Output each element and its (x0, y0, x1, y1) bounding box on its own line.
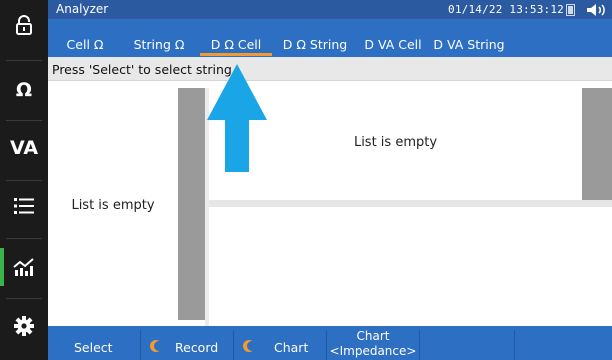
string-list-pane[interactable]: List is empty (48, 86, 178, 326)
cell-list-scrollbar[interactable] (582, 88, 612, 200)
empty-softkey-5[interactable] (420, 326, 514, 360)
chart-mode-label: Chart <Impedance> (329, 329, 417, 358)
detail-divider (209, 200, 612, 207)
app-title: Analyzer (56, 2, 109, 16)
storage-icon (566, 4, 575, 16)
clock: 01/14/22 13:53:12 (448, 3, 564, 16)
tab-delta-va-string[interactable]: D VA String (429, 36, 509, 57)
analyzer-button[interactable] (0, 248, 48, 286)
tab-delta-va-cell[interactable]: D VA Cell (359, 36, 427, 57)
tab-bar: Cell Ω String Ω D Ω Cell D Ω String D VA… (48, 19, 612, 57)
speaker-icon (587, 4, 605, 16)
lock-button[interactable] (0, 8, 48, 42)
softkey-bar: Select Record Chart Chart <Impedance> (48, 326, 612, 360)
chart-mode-softkey[interactable]: Chart <Impedance> (327, 326, 419, 360)
ohm-button[interactable]: Ω (0, 70, 48, 110)
select-softkey[interactable]: Select (48, 326, 140, 360)
active-tab-underline (200, 53, 272, 56)
empty-softkey-6[interactable] (515, 326, 612, 360)
analyzer-chart-icon (13, 258, 34, 276)
string-list-scrollbar[interactable] (178, 88, 205, 320)
record-label: Record (175, 340, 219, 355)
ohm-icon: Ω (15, 79, 33, 101)
va-icon: VA (9, 137, 39, 159)
highlight-arrow-icon (207, 64, 267, 172)
record-toggle-icon (150, 340, 163, 352)
tab-delta-ohm-string[interactable]: D Ω String (275, 36, 355, 57)
va-button[interactable]: VA (0, 128, 48, 168)
list-button[interactable] (0, 188, 48, 224)
string-list-empty-text: List is empty (71, 198, 155, 213)
detail-pane (209, 207, 612, 326)
record-softkey[interactable]: Record (141, 326, 233, 360)
gear-icon (14, 316, 34, 336)
chart-toggle-icon (243, 340, 256, 352)
settings-button[interactable] (0, 308, 48, 344)
status-line: Press 'Select' to select string. (48, 57, 612, 81)
list-icon (14, 198, 34, 214)
tab-cell-ohm[interactable]: Cell Ω (54, 36, 116, 57)
title-bar: Analyzer 01/14/22 13:53:12 (48, 0, 612, 19)
side-navigation-rail: Ω VA (0, 0, 48, 360)
tab-delta-ohm-cell[interactable]: D Ω Cell (200, 36, 272, 57)
tab-string-ohm[interactable]: String Ω (122, 36, 196, 57)
select-label: Select (74, 340, 113, 355)
lock-icon (16, 15, 32, 35)
chart-softkey[interactable]: Chart (234, 326, 326, 360)
chart-label: Chart (274, 340, 309, 355)
